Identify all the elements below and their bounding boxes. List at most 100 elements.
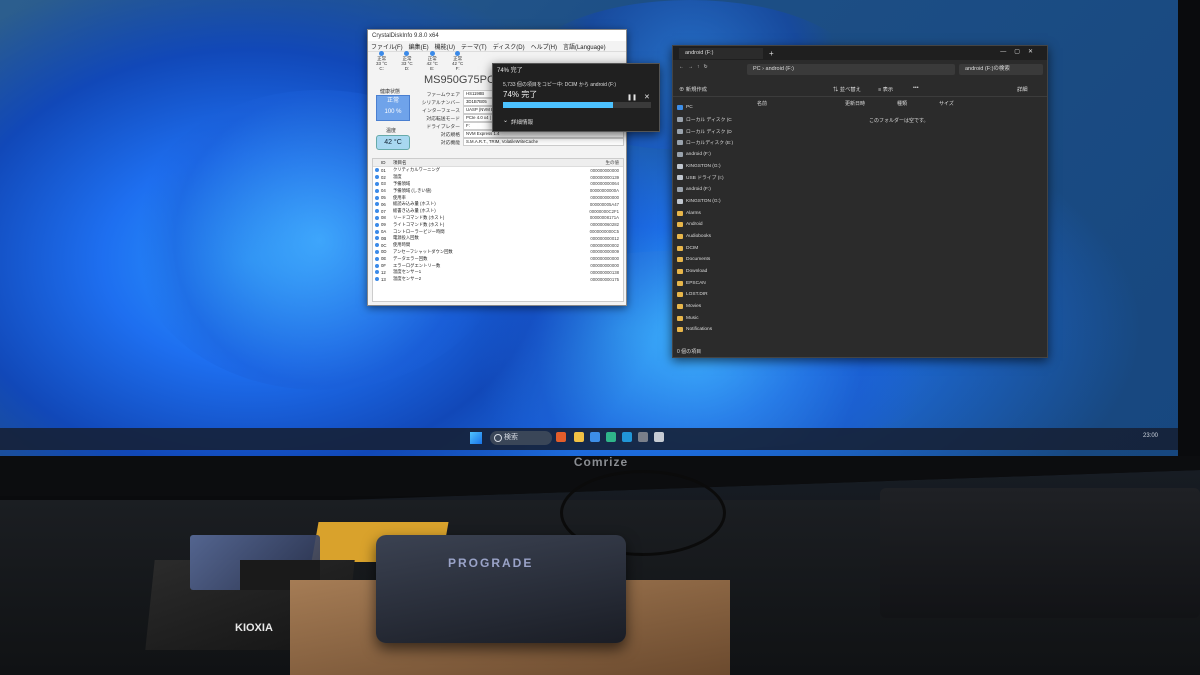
nav-item[interactable]: ローカル ディスク (D — [677, 125, 741, 137]
file-explorer-window[interactable]: android (F:) + —▢✕ ← → ↑ ↻ PC › android … — [672, 45, 1048, 358]
menu-item[interactable]: テーマ(T) — [461, 42, 487, 51]
navigation-pane: PC ローカル ディスク (C ローカル ディスク (D ローカルディスク (E:) a… — [677, 102, 741, 336]
nav-item[interactable]: Android — [677, 219, 741, 231]
app-icon[interactable] — [638, 432, 648, 442]
col-name[interactable]: 名前 — [757, 100, 767, 107]
col-size[interactable]: サイズ — [939, 100, 954, 107]
app-icon[interactable] — [606, 432, 616, 442]
nav-label: android (F:) — [686, 152, 711, 158]
usb-icon — [677, 163, 683, 169]
menu-item[interactable]: ヘルプ(H) — [531, 42, 557, 51]
menu-item[interactable]: 機能(U) — [435, 42, 455, 51]
smart-raw: 000000000175 — [590, 276, 619, 282]
windows-start-icon[interactable] — [470, 432, 482, 444]
smart-name: リードコマンド数 (ホスト) — [393, 214, 445, 220]
up-icon[interactable]: ↑ — [697, 64, 700, 70]
breadcrumb-drive[interactable]: android (F:) — [766, 66, 794, 72]
monitor: CrystalDiskInfo 9.8.0 x64 ファイル(F) 編集(E) 機能… — [0, 0, 1200, 512]
window-controls[interactable]: —▢✕ — [1000, 48, 1041, 55]
nav-item[interactable]: LOST.DIR — [677, 289, 741, 301]
desktop-screen: CrystalDiskInfo 9.8.0 x64 ファイル(F) 編集(E) 機能… — [0, 0, 1178, 456]
status-dot-icon — [373, 277, 381, 282]
chevron-down-icon[interactable]: ⌄ — [503, 117, 508, 124]
folder-icon[interactable] — [574, 432, 584, 442]
edge-icon[interactable] — [622, 432, 632, 442]
nav-label: Alarms — [686, 210, 701, 216]
drive-tab[interactable]: 正常 42 °C E: — [427, 51, 438, 71]
search-input[interactable]: android (F:)の検索 — [959, 64, 1043, 75]
nav-item[interactable]: PC — [677, 102, 741, 114]
nav-item[interactable]: Notifications — [677, 324, 741, 336]
more-button[interactable]: ••• — [913, 85, 919, 91]
browser-icon[interactable] — [590, 432, 600, 442]
smart-raw: 000000000002 — [590, 242, 619, 248]
col-type[interactable]: 種類 — [897, 100, 907, 107]
folder-icon — [677, 222, 683, 228]
smart-id: 0C — [381, 242, 387, 248]
nav-item[interactable]: ローカルディスク (E:) — [677, 137, 741, 149]
drive-letter: D: — [404, 66, 410, 71]
app-icon[interactable] — [654, 432, 664, 442]
table-row: 13 温度センサー2 000000000175 — [373, 276, 623, 283]
smart-id: 02 — [381, 174, 386, 180]
nav-item[interactable]: android (F:) — [677, 184, 741, 196]
nav-item[interactable]: android (F:) — [677, 149, 741, 161]
nav-label: Movies — [686, 304, 702, 310]
status-dot-icon — [373, 222, 381, 227]
pause-icon[interactable]: ❚❚ — [627, 94, 637, 101]
smart-id: 05 — [381, 195, 386, 201]
smart-header: ID 項目名 生の値 — [373, 159, 623, 167]
drive-tab[interactable]: 正常 42 °C F: — [452, 51, 463, 71]
breadcrumb-pc[interactable]: PC — [753, 66, 761, 72]
nav-item[interactable]: ローカル ディスク (C — [677, 114, 741, 126]
nav-item[interactable]: KINGSTON (G:) — [677, 160, 741, 172]
nav-item[interactable]: KINGSTON (G:) — [677, 196, 741, 208]
nav-item[interactable]: EPSCAN — [677, 277, 741, 289]
menu-item[interactable]: ファイル(F) — [371, 42, 403, 51]
view-button[interactable]: ≡ 表示 — [878, 85, 893, 93]
table-row: 12 温度センサー1 000000000138 — [373, 269, 623, 276]
smart-id: 13 — [381, 276, 386, 282]
smart-id: 04 — [381, 188, 386, 194]
back-icon[interactable]: ← — [679, 64, 684, 70]
menu-item[interactable]: 言語(Language) — [563, 42, 606, 51]
nav-item[interactable]: Music — [677, 312, 741, 324]
tab-android[interactable]: android (F:) — [679, 47, 763, 59]
health-status-badge: 正常 100 % — [376, 95, 410, 121]
address-bar[interactable]: PC › android (F:) — [747, 64, 955, 75]
nav-item[interactable]: Movies — [677, 301, 741, 313]
nav-item[interactable]: USB ドライブ (I:) — [677, 172, 741, 184]
cancel-icon[interactable]: ✕ — [644, 93, 650, 101]
smart-name: 総読み込み量 (ホスト) — [393, 201, 436, 207]
folder-icon — [677, 280, 683, 286]
table-row: 08 リードコマンド数 (ホスト) 00000008171A — [373, 215, 623, 222]
info-key: インターフェース — [422, 108, 460, 114]
drive-tab[interactable]: 正常 33 °C D: — [401, 51, 413, 71]
menu-item[interactable]: 編集(E) — [409, 42, 429, 51]
menu-item[interactable]: ディスク(D) — [493, 42, 525, 51]
app-icon[interactable] — [556, 432, 566, 442]
smart-raw: 00000000000A — [589, 188, 619, 194]
nav-item[interactable]: Alarms — [677, 207, 741, 219]
details-toggle[interactable]: 詳細情報 — [511, 118, 533, 126]
new-tab-icon[interactable]: + — [769, 49, 774, 58]
col-modified[interactable]: 更新日時 — [845, 100, 865, 107]
folder-icon — [677, 292, 683, 298]
new-button[interactable]: ⊕ 新規作成 — [679, 85, 707, 93]
nav-item[interactable]: DCIM — [677, 242, 741, 254]
forward-icon[interactable]: → — [688, 64, 693, 70]
nav-item[interactable]: Documents — [677, 254, 741, 266]
smart-id: 07 — [381, 208, 386, 214]
system-tray-clock[interactable]: 23:00 — [1143, 433, 1158, 439]
folder-icon — [677, 327, 683, 333]
drive-tab[interactable]: 正常 33 °C C: — [376, 51, 387, 71]
sort-button[interactable]: ⇅ 並べ替え — [833, 85, 861, 93]
refresh-icon[interactable]: ↻ — [704, 64, 708, 70]
copy-progress-dialog[interactable]: 74% 完了 5,733 個の項目をコピー中: DCIM から android … — [492, 63, 660, 132]
nav-label: Documents — [686, 257, 711, 263]
nav-item[interactable]: Audiobooks — [677, 231, 741, 243]
smart-name: ライトコマンド数 (ホスト) — [393, 221, 445, 227]
folder-icon — [677, 245, 683, 251]
details-button[interactable]: 詳細 — [1017, 85, 1028, 93]
nav-item[interactable]: Download — [677, 266, 741, 278]
